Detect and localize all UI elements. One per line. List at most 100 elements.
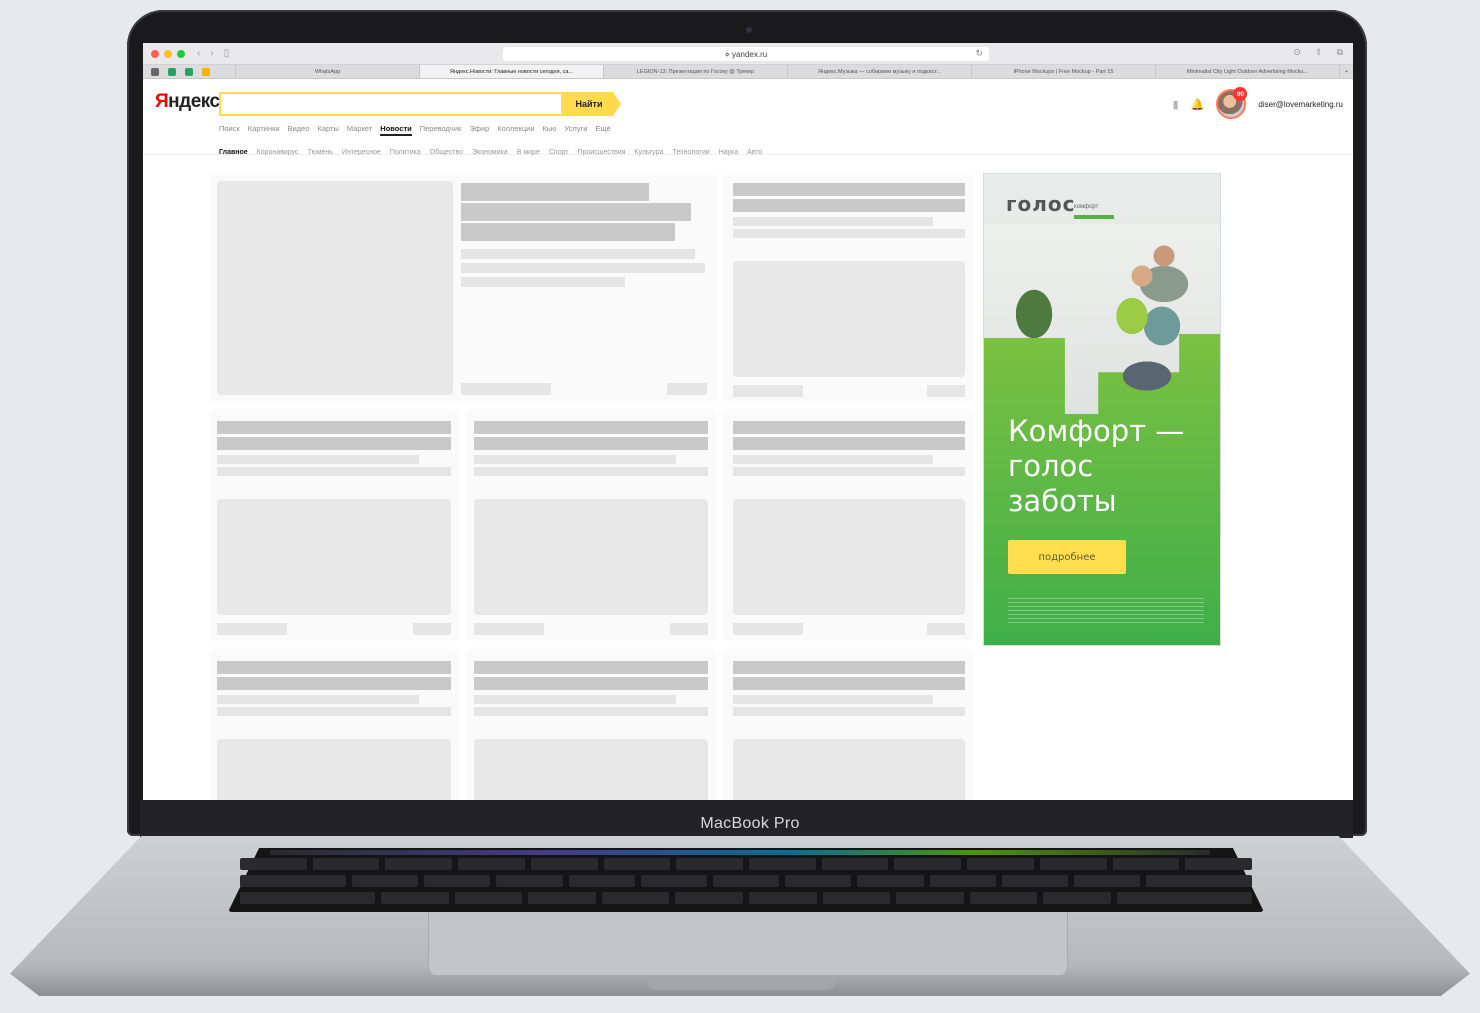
headline-placeholder xyxy=(217,421,451,434)
snippet-placeholder xyxy=(217,455,419,464)
news-card[interactable] xyxy=(466,409,716,641)
headline-placeholder xyxy=(217,677,451,690)
news-card[interactable] xyxy=(723,173,973,403)
source-placeholder xyxy=(217,623,287,635)
source-placeholder xyxy=(733,623,803,635)
category-main[interactable]: Главное xyxy=(219,149,248,156)
news-image-placeholder xyxy=(217,739,451,800)
headline-placeholder xyxy=(733,183,965,196)
news-card-featured[interactable] xyxy=(209,173,717,403)
service-efir[interactable]: Эфир xyxy=(469,124,489,136)
news-image-placeholder xyxy=(733,499,965,615)
snippet-placeholder xyxy=(733,467,965,476)
camera-icon xyxy=(746,27,752,33)
yandex-logo[interactable]: Яндекс xyxy=(155,91,220,113)
snippet-placeholder xyxy=(733,707,965,716)
snippet-placeholder xyxy=(474,695,676,704)
category-tyumen[interactable]: Тюмень xyxy=(308,149,333,156)
snippet-placeholder xyxy=(474,455,676,464)
news-image-placeholder xyxy=(474,499,708,615)
source-placeholder xyxy=(733,385,803,397)
news-card[interactable] xyxy=(723,649,973,800)
service-images[interactable]: Картинки xyxy=(248,124,280,136)
user-email[interactable]: diser@lovemarketing.ru xyxy=(1258,100,1343,109)
snippet-placeholder xyxy=(217,707,451,716)
device-label: MacBook Pro xyxy=(700,815,800,832)
news-card[interactable] xyxy=(209,649,459,800)
headline-placeholder xyxy=(733,677,965,690)
headline-placeholder xyxy=(461,223,675,241)
time-placeholder xyxy=(927,385,965,397)
news-card[interactable] xyxy=(209,409,459,641)
service-uslugi[interactable]: Услуги xyxy=(564,124,587,136)
category-science[interactable]: Наука xyxy=(719,149,738,156)
search-input[interactable] xyxy=(219,92,563,116)
ad-brand-logo: голос xyxy=(1006,192,1076,216)
touch-bar xyxy=(270,850,1210,855)
category-society[interactable]: Общество xyxy=(430,149,463,156)
time-placeholder xyxy=(667,383,707,395)
ad-brand-bar xyxy=(1074,215,1114,219)
news-card[interactable] xyxy=(466,649,716,800)
snippet-placeholder xyxy=(474,467,708,476)
headline-placeholder xyxy=(474,661,708,674)
headline-placeholder xyxy=(474,437,708,450)
category-coronavirus[interactable]: Коронавирус xyxy=(257,149,299,156)
ad-disclaimer-text xyxy=(1008,598,1204,624)
screen: ‹ › ▯ ⋄ yandex.ru ↻ ⊙ ⇪ ⧉ WhatsApp Яндек… xyxy=(143,43,1353,800)
avatar[interactable]: 90 xyxy=(1216,87,1248,119)
category-culture[interactable]: Культура xyxy=(634,149,663,156)
service-q[interactable]: Кью xyxy=(543,124,557,136)
headline-placeholder xyxy=(217,437,451,450)
category-auto[interactable]: Авто xyxy=(747,149,762,156)
snippet-placeholder xyxy=(217,467,451,476)
snippet-placeholder xyxy=(733,217,933,226)
category-economy[interactable]: Экономика xyxy=(472,149,508,156)
ad-people-illustration xyxy=(1102,236,1192,412)
service-search[interactable]: Поиск xyxy=(219,124,240,136)
service-video[interactable]: Видео xyxy=(288,124,310,136)
service-maps[interactable]: Карты xyxy=(318,124,339,136)
ad-brand-sub: комфорт xyxy=(1074,204,1099,210)
category-incidents[interactable]: Происшествия xyxy=(578,149,626,156)
news-image-placeholder xyxy=(474,739,708,800)
service-news[interactable]: Новости xyxy=(380,124,412,136)
lid-notch xyxy=(646,978,836,990)
headline-placeholder xyxy=(733,199,965,212)
snippet-placeholder xyxy=(733,695,933,704)
bookmark-icon[interactable]: ▮ xyxy=(1173,98,1179,111)
headline-placeholder xyxy=(733,421,965,434)
news-image-placeholder xyxy=(733,739,965,800)
headline-placeholder xyxy=(733,661,965,674)
ad-more-button[interactable]: подробнее xyxy=(1008,540,1126,574)
source-placeholder xyxy=(474,623,544,635)
snippet-placeholder xyxy=(474,707,708,716)
snippet-placeholder xyxy=(217,695,419,704)
service-translate[interactable]: Переводчик xyxy=(420,124,462,136)
category-sport[interactable]: Спорт xyxy=(549,149,569,156)
category-interesting[interactable]: Интересное xyxy=(342,149,381,156)
ad-banner[interactable]: голос комфорт Комфорт — голос заботы под… xyxy=(983,173,1221,646)
service-more[interactable]: Ещё xyxy=(596,124,611,136)
headline-placeholder xyxy=(733,437,965,450)
news-image-placeholder xyxy=(733,261,965,377)
snippet-placeholder xyxy=(733,229,965,238)
time-placeholder xyxy=(927,623,965,635)
news-card[interactable] xyxy=(723,409,973,641)
service-market[interactable]: Маркет xyxy=(347,124,372,136)
snippet-placeholder xyxy=(461,249,695,259)
category-politics[interactable]: Политика xyxy=(390,149,421,156)
bell-icon[interactable]: 🔔 xyxy=(1191,98,1205,111)
services-nav: Поиск Картинки Видео Карты Маркет Новост… xyxy=(219,124,611,136)
news-image-placeholder xyxy=(217,499,451,615)
trackpad xyxy=(428,912,1068,976)
category-tech[interactable]: Технологии xyxy=(673,149,710,156)
headline-placeholder xyxy=(474,421,708,434)
headline-placeholder xyxy=(217,661,451,674)
service-collections[interactable]: Коллекции xyxy=(497,124,534,136)
source-placeholder xyxy=(461,383,551,395)
yandex-header: Яндекс Найти Поиск Картинки Видео Карты … xyxy=(143,43,1353,156)
snippet-placeholder xyxy=(461,263,705,273)
search-button[interactable]: Найти xyxy=(563,92,621,116)
category-world[interactable]: В мире xyxy=(517,149,540,156)
